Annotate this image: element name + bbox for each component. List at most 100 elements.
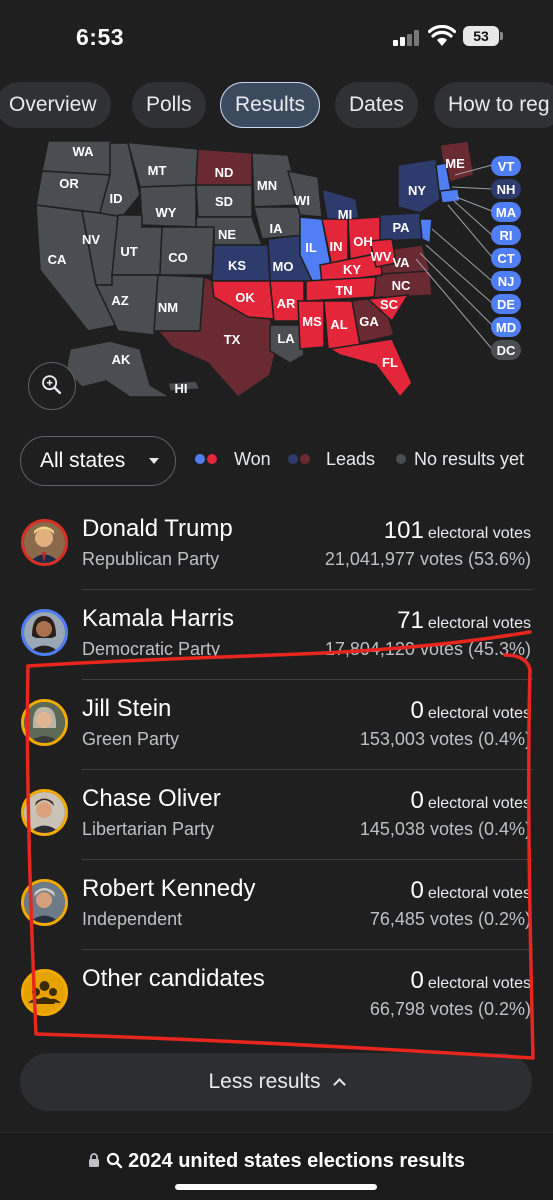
svg-text:MO: MO: [273, 259, 294, 274]
electoral-votes: 0 electoral votes: [410, 877, 531, 905]
legend-dem-won-dot: [195, 454, 205, 464]
electoral-votes-label: electoral votes: [427, 975, 531, 992]
legend-won: Won: [195, 447, 285, 471]
tab-polls[interactable]: Polls: [132, 82, 206, 128]
legend-won-label: Won: [234, 449, 271, 469]
svg-text:IN: IN: [330, 239, 343, 254]
svg-text:NY: NY: [408, 183, 426, 198]
candidate-row-oliver[interactable]: Chase Oliver Libertarian Party 0 electora…: [0, 770, 553, 860]
trump-avatar-icon: [21, 519, 68, 566]
svg-text:CA: CA: [48, 252, 67, 267]
electoral-votes-count: 71: [397, 607, 424, 634]
svg-text:NV: NV: [82, 232, 100, 247]
electoral-votes-label: electoral votes: [427, 795, 531, 812]
tab-bar: Overview Polls Results Dates How to reg: [0, 82, 553, 130]
svg-text:PA: PA: [392, 220, 410, 235]
svg-text:MI: MI: [338, 207, 352, 222]
electoral-votes: 0 electoral votes: [410, 787, 531, 815]
tab-results[interactable]: Results: [220, 82, 321, 128]
electoral-votes-count: 0: [410, 967, 424, 994]
electoral-votes: 0 electoral votes: [410, 967, 531, 995]
legend-rep-lead-dot: [300, 454, 310, 464]
zoom-in-icon: [42, 375, 62, 395]
electoral-votes-count: 101: [383, 517, 424, 544]
less-results-label: Less results: [208, 1070, 321, 1093]
lock-icon: [89, 1153, 100, 1167]
tab-how-to-register[interactable]: How to reg: [434, 82, 553, 128]
candidate-party: Independent: [82, 909, 183, 929]
svg-text:RI: RI: [500, 228, 513, 243]
svg-text:IA: IA: [270, 221, 284, 236]
electoral-votes: 101 electoral votes: [384, 517, 531, 545]
legend-no-results-label: No results yet: [414, 449, 525, 469]
harris-avatar-icon: [21, 609, 68, 656]
svg-text:NC: NC: [392, 278, 411, 293]
popular-votes: 153,003 votes (0.4%): [359, 729, 531, 749]
search-query-row: 2024 united states elections results: [0, 1150, 553, 1173]
svg-text:TN: TN: [335, 283, 352, 298]
candidate-name: Other candidates: [82, 965, 265, 992]
svg-text:CO: CO: [168, 250, 188, 265]
candidate-party: Green Party: [82, 729, 180, 749]
electoral-votes-label: electoral votes: [427, 885, 531, 902]
svg-text:VA: VA: [392, 255, 410, 270]
candidate-name: Donald Trump: [82, 515, 233, 542]
candidate-name: Chase Oliver: [82, 785, 221, 812]
candidate-row-other[interactable]: Other candidates 0 electoral votes 66,798…: [0, 950, 553, 1040]
legend-dem-lead-dot: [288, 454, 298, 464]
candidate-party: Democratic Party: [82, 639, 221, 659]
svg-text:DC: DC: [497, 343, 516, 358]
svg-text:DE: DE: [497, 297, 515, 312]
svg-text:KY: KY: [343, 262, 361, 277]
svg-text:LA: LA: [277, 331, 295, 346]
candidate-name: Jill Stein: [82, 695, 172, 722]
svg-text:KS: KS: [228, 258, 246, 273]
candidate-name: Robert Kennedy: [82, 875, 256, 902]
candidate-name: Kamala Harris: [82, 605, 235, 632]
svg-text:ID: ID: [110, 191, 123, 206]
chevron-up-icon: [332, 1078, 346, 1091]
svg-text:HI: HI: [175, 381, 188, 396]
kennedy-avatar-icon: [21, 879, 68, 926]
legend-no-results-dot: [396, 454, 406, 464]
tab-overview[interactable]: Overview: [0, 82, 111, 128]
popular-votes: 76,485 votes (0.2%): [369, 909, 531, 929]
electoral-votes-count: 0: [410, 697, 424, 724]
candidate-row-kennedy[interactable]: Robert Kennedy Independent 0 electoral vo…: [0, 860, 553, 950]
cellular-signal-icon: [393, 30, 423, 46]
svg-text:WI: WI: [294, 193, 310, 208]
popular-votes: 21,041,977 votes (53.6%): [324, 549, 531, 569]
svg-text:SC: SC: [380, 297, 399, 312]
svg-text:WV: WV: [371, 249, 392, 264]
svg-text:MD: MD: [496, 320, 516, 335]
less-results-button[interactable]: Less results: [20, 1053, 532, 1111]
svg-text:VT: VT: [498, 159, 515, 174]
search-query-text: 2024 united states elections results: [128, 1150, 465, 1172]
candidate-row-stein[interactable]: Jill Stein Green Party 0 electoral votes …: [0, 680, 553, 770]
svg-text:MT: MT: [148, 163, 167, 178]
svg-text:MN: MN: [257, 178, 277, 193]
svg-text:OK: OK: [235, 290, 255, 305]
electoral-votes: 0 electoral votes: [410, 697, 531, 725]
svg-text:AK: AK: [112, 352, 131, 367]
map-zoom-button[interactable]: [28, 362, 76, 410]
state-filter-dropdown[interactable]: All states: [20, 436, 176, 486]
svg-text:WY: WY: [156, 205, 177, 220]
tab-dates[interactable]: Dates: [335, 82, 418, 128]
home-indicator[interactable]: [175, 1184, 377, 1190]
battery-indicator: 53: [463, 26, 499, 46]
battery-tip: [500, 32, 503, 40]
svg-text:SD: SD: [215, 194, 233, 209]
state-filter-label: All states: [40, 449, 126, 472]
svg-text:TX: TX: [224, 332, 241, 347]
state-fl: [327, 338, 413, 399]
svg-text:GA: GA: [359, 314, 379, 329]
us-results-map[interactable]: VT NH MA RI CT NJ DE MD DC WA MT ND MN ME OR…: [0, 135, 553, 425]
svg-text:OR: OR: [59, 176, 79, 191]
caret-down-icon: [149, 458, 159, 464]
status-time: 6:53: [76, 24, 125, 50]
svg-text:AZ: AZ: [111, 293, 128, 308]
candidate-row-trump[interactable]: Donald Trump Republican Party 101 elector…: [0, 500, 553, 590]
other-candidates-icon: [21, 969, 68, 1016]
candidate-row-harris[interactable]: Kamala Harris Democratic Party 71 elector…: [0, 590, 553, 680]
